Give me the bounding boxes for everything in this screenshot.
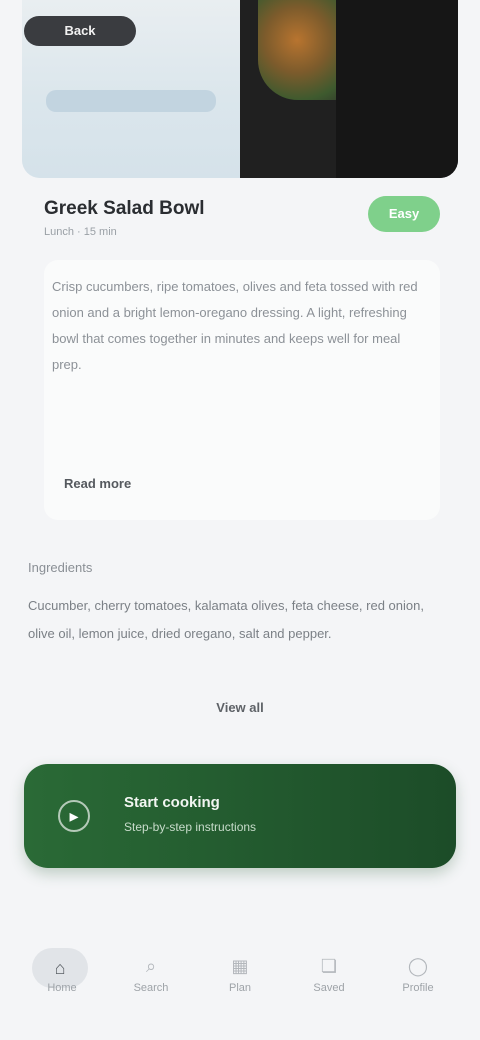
recipe-title: Greek Salad Bowl xyxy=(44,198,205,219)
start-cooking-button[interactable]: ▸ Start cooking Step-by-step instruction… xyxy=(24,764,456,868)
status-badge[interactable]: Easy xyxy=(368,196,440,232)
nav-item-search[interactable]: ⌕ Search xyxy=(109,920,193,1010)
bottom-navigation: ⌂ Home ⌕ Search ▦ Plan ❏ Saved ◯ Profile xyxy=(0,920,480,1040)
read-more-link[interactable]: Read more xyxy=(64,476,131,491)
ingredients-heading: Ingredients xyxy=(28,560,93,575)
search-icon: ⌕ xyxy=(145,956,157,976)
cta-title: Start cooking xyxy=(124,794,220,811)
nav-item-plan[interactable]: ▦ Plan xyxy=(198,920,282,1010)
ingredients-text: Cucumber, cherry tomatoes, kalamata oliv… xyxy=(28,598,424,641)
nav-label: Search xyxy=(133,982,169,994)
recipe-meta: Lunch · 15 min xyxy=(44,226,117,238)
calendar-icon: ▦ xyxy=(231,956,249,976)
nav-label: Home xyxy=(47,982,77,994)
nav-item-home[interactable]: ⌂ Home xyxy=(20,920,104,1010)
recipe-header: Greek Salad Bowl Lunch · 15 min Easy xyxy=(44,196,440,244)
back-button[interactable]: Back xyxy=(24,16,136,46)
nav-label: Plan xyxy=(228,982,252,994)
description-card: Crisp cucumbers, ripe tomatoes, olives a… xyxy=(44,260,440,520)
user-icon: ◯ xyxy=(407,956,429,976)
nav-label: Profile xyxy=(402,982,434,994)
play-icon: ▸ xyxy=(58,800,90,832)
view-all-button[interactable]: View all xyxy=(180,694,300,720)
nav-label: Saved xyxy=(313,982,345,994)
bookmark-icon: ❏ xyxy=(320,956,338,976)
hero-image-right xyxy=(240,0,458,178)
cta-subtitle: Step-by-step instructions xyxy=(124,820,257,834)
nav-item-profile[interactable]: ◯ Profile xyxy=(376,920,460,1010)
nav-item-saved[interactable]: ❏ Saved xyxy=(287,920,371,1010)
description-text: Crisp cucumbers, ripe tomatoes, olives a… xyxy=(52,279,418,372)
